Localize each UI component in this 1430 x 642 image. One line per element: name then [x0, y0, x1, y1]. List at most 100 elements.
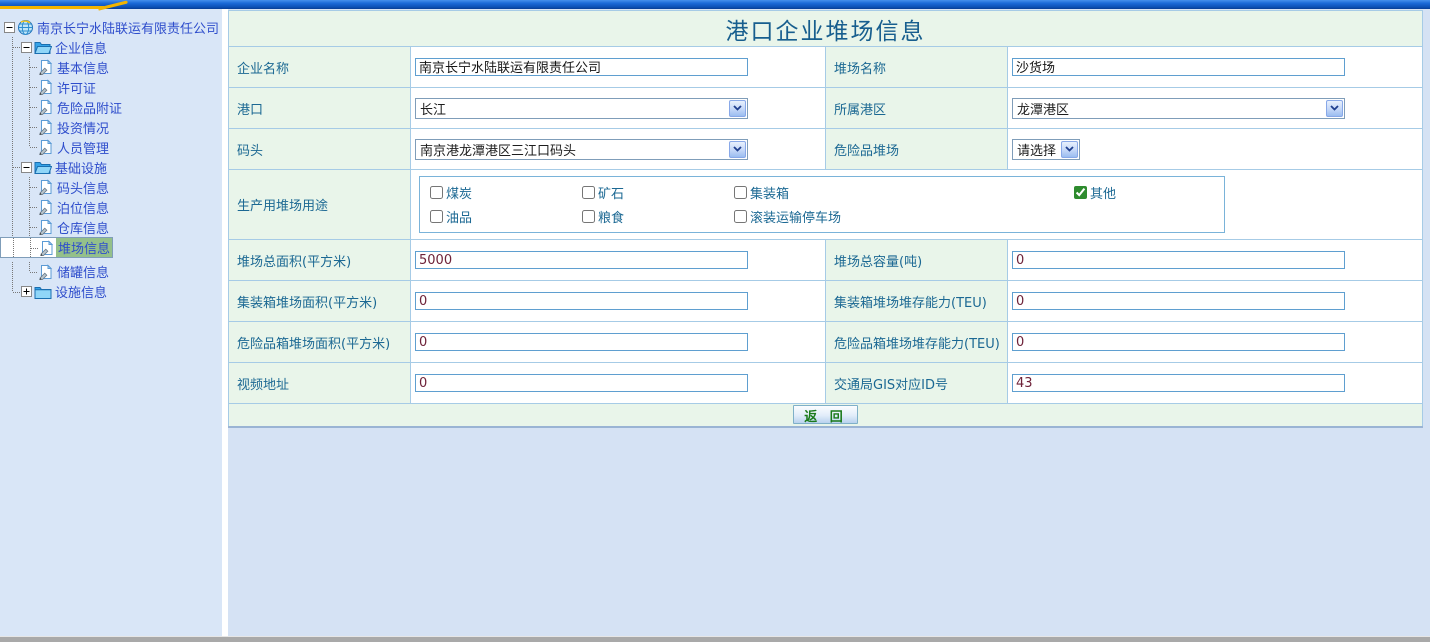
port-select[interactable]: 长江	[415, 98, 748, 119]
tree-item[interactable]: 人员管理	[0, 137, 222, 157]
total-capacity-label: 堆场总容量(吨)	[826, 240, 1008, 281]
wharf-select-value: 南京港龙潭港区三江口码头	[416, 140, 728, 159]
usage-checkbox[interactable]	[430, 210, 443, 223]
usage-option-label: 其他	[1090, 183, 1116, 202]
tree-item[interactable]: 仓库信息	[0, 217, 222, 237]
usage-checkbox[interactable]	[734, 186, 747, 199]
dangerous-area-label: 危险品箱堆场面积(平方米)	[229, 322, 411, 363]
doc-edit-icon	[38, 99, 54, 115]
usage-option[interactable]: 油品	[430, 207, 582, 226]
port-area-label: 所属港区	[826, 88, 1008, 129]
total-area-label: 堆场总面积(平方米)	[229, 240, 411, 281]
container-capacity-input[interactable]	[1012, 292, 1345, 310]
tree-item-label[interactable]: 许可证	[55, 78, 98, 97]
tree-item[interactable]: 堆场信息	[0, 237, 113, 258]
tree-item[interactable]: 南京长宁水陆联运有限责任公司	[0, 17, 222, 37]
tree-item-label[interactable]: 基础设施	[53, 158, 109, 177]
chevron-down-icon[interactable]	[1326, 100, 1343, 117]
tree-item[interactable]: 危险品附证	[0, 97, 222, 117]
folder-icon	[34, 160, 52, 174]
tree-item[interactable]: 企业信息	[0, 37, 222, 57]
usage-option[interactable]: 煤炭	[430, 183, 582, 202]
dangerous-capacity-input[interactable]	[1012, 333, 1345, 351]
tree-item-label[interactable]: 堆场信息	[56, 238, 112, 257]
usage-option[interactable]: 矿石	[582, 183, 734, 202]
page-title: 港口企业堆场信息	[229, 11, 1423, 47]
tree-item-label[interactable]: 南京长宁水陆联运有限责任公司	[35, 18, 221, 37]
usage-option[interactable]: 其他	[1074, 183, 1224, 202]
tree-item-label[interactable]: 码头信息	[55, 178, 111, 197]
back-button[interactable]: 返 回	[793, 405, 858, 424]
doc-edit-icon	[38, 199, 54, 215]
doc-edit-icon	[38, 119, 54, 135]
tree-item[interactable]: 投资情况	[0, 117, 222, 137]
usage-option-label: 矿石	[598, 183, 624, 202]
tree-item-label[interactable]: 设施信息	[53, 282, 109, 301]
tree-guide	[4, 177, 21, 197]
usage-checkbox[interactable]	[582, 210, 595, 223]
enterprise-name-label: 企业名称	[229, 47, 411, 88]
total-area-input[interactable]	[415, 251, 748, 269]
tree-item-label[interactable]: 危险品附证	[55, 98, 124, 117]
usage-checkbox[interactable]	[430, 186, 443, 199]
tree-guide	[4, 137, 21, 157]
expander-minus-icon[interactable]	[4, 22, 15, 33]
wharf-select[interactable]: 南京港龙潭港区三江口码头	[415, 139, 748, 160]
dangerous-yard-select-value: 请选择	[1013, 140, 1060, 159]
usage-checkbox[interactable]	[734, 210, 747, 223]
tree-guide	[21, 57, 38, 77]
tree-item-label[interactable]: 仓库信息	[55, 218, 111, 237]
dangerous-yard-select[interactable]: 请选择	[1012, 139, 1080, 160]
tree-item[interactable]: 泊位信息	[0, 197, 222, 217]
tree-guide	[4, 157, 21, 177]
dangerous-capacity-label: 危险品箱堆场堆存能力(TEU)	[826, 322, 1008, 363]
enterprise-name-input[interactable]	[415, 58, 748, 76]
chevron-down-icon[interactable]	[729, 141, 746, 158]
usage-option[interactable]: 滚装运输停车场	[734, 207, 1074, 226]
usage-checkbox[interactable]	[582, 186, 595, 199]
port-select-value: 长江	[416, 99, 728, 118]
tree-item[interactable]: 储罐信息	[0, 262, 222, 282]
tree-guide	[4, 197, 21, 217]
usage-option[interactable]: 粮食	[582, 207, 734, 226]
chevron-down-icon[interactable]	[729, 100, 746, 117]
container-capacity-label: 集装箱堆场堆存能力(TEU)	[826, 281, 1008, 322]
tree-guide	[21, 97, 38, 117]
yard-name-input[interactable]	[1012, 58, 1345, 76]
usage-checkbox[interactable]	[1074, 186, 1087, 199]
tree-guide	[5, 238, 22, 258]
tree-item-label[interactable]: 基本信息	[55, 58, 111, 77]
port-area-select[interactable]: 龙潭港区	[1012, 98, 1345, 119]
tree-guide	[4, 57, 21, 77]
total-capacity-input[interactable]	[1012, 251, 1345, 269]
tree-guide	[4, 217, 21, 237]
tree-item[interactable]: 基础设施	[0, 157, 222, 177]
tree-guide	[4, 97, 21, 117]
expander-plus-icon[interactable]	[21, 286, 32, 297]
app-window: 南京长宁水陆联运有限责任公司企业信息基本信息许可证危险品附证投资情况人员管理基础…	[0, 0, 1430, 642]
usage-option[interactable]: 集装箱	[734, 183, 1074, 202]
tree-item[interactable]: 设施信息	[0, 282, 222, 302]
tree-item-label[interactable]: 企业信息	[53, 38, 109, 57]
doc-edit-icon	[38, 79, 54, 95]
tree-item[interactable]: 码头信息	[0, 177, 222, 197]
folder-icon	[34, 40, 52, 54]
tree-item[interactable]: 许可证	[0, 77, 222, 97]
tree-item[interactable]: 基本信息	[0, 57, 222, 77]
chevron-down-icon[interactable]	[1061, 141, 1078, 158]
gis-id-input[interactable]	[1012, 374, 1345, 392]
usage-option-label: 煤炭	[446, 183, 472, 202]
dangerous-area-input[interactable]	[415, 333, 748, 351]
container-area-label: 集装箱堆场面积(平方米)	[229, 281, 411, 322]
tree-item-label[interactable]: 投资情况	[55, 118, 111, 137]
tree-item-label[interactable]: 人员管理	[55, 138, 111, 157]
tree-item-label[interactable]: 泊位信息	[55, 198, 111, 217]
dangerous-yard-label: 危险品堆场	[826, 129, 1008, 170]
doc-edit-icon	[38, 264, 54, 280]
expander-minus-icon[interactable]	[21, 162, 32, 173]
tree-item-label[interactable]: 储罐信息	[55, 262, 111, 281]
container-area-input[interactable]	[415, 292, 748, 310]
video-url-input[interactable]	[415, 374, 748, 392]
yard-info-form: 港口企业堆场信息 企业名称 堆场名称 港口 长江	[228, 10, 1423, 428]
expander-minus-icon[interactable]	[21, 42, 32, 53]
